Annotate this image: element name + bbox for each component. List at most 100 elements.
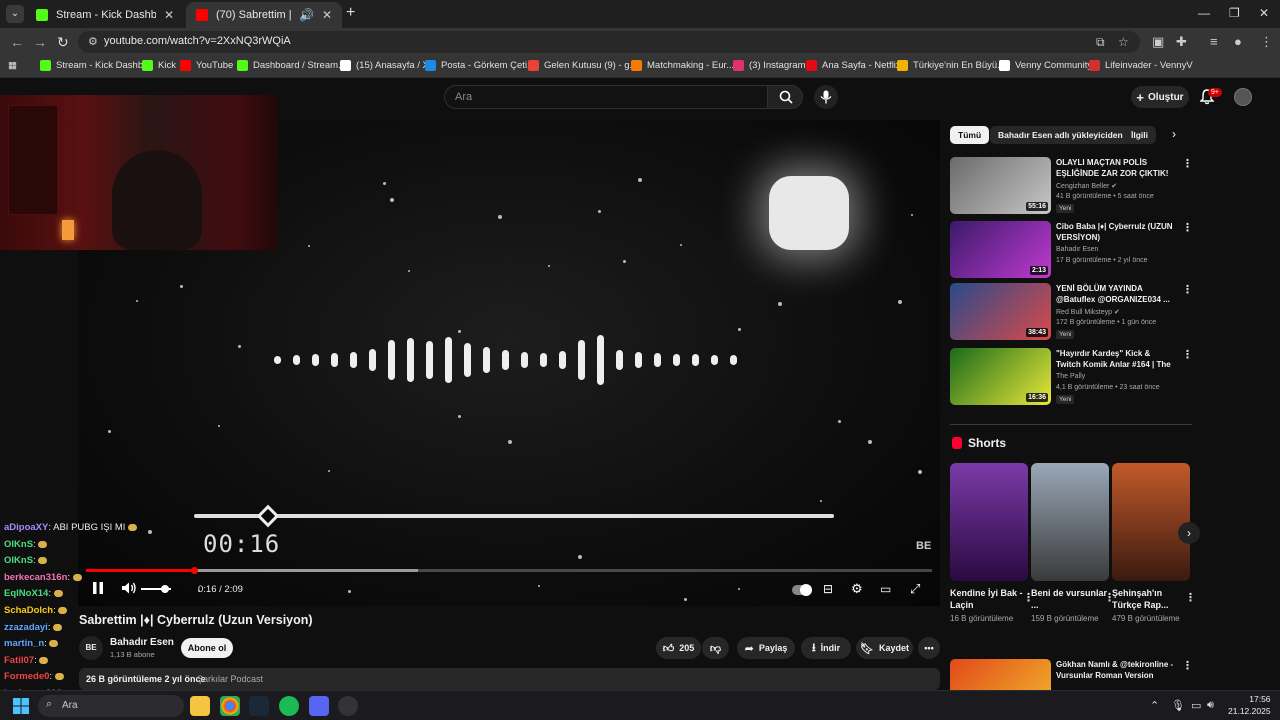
search-button[interactable] bbox=[767, 85, 803, 109]
display-icon[interactable]: ▭ bbox=[1191, 699, 1201, 712]
reload-icon[interactable]: ↻ bbox=[57, 34, 69, 51]
media-control-icon[interactable]: ≡ bbox=[1210, 34, 1218, 49]
bookmark-item[interactable]: Stream - Kick Dashb... bbox=[40, 60, 151, 71]
speaker-icon[interactable]: 🔊 bbox=[299, 8, 314, 22]
chevron-right-icon[interactable]: › bbox=[1172, 127, 1176, 141]
spotify-icon[interactable] bbox=[279, 696, 299, 716]
recommendation-item[interactable]: 55:16 OLAYLI MAÇTAN POLİS EŞLİĞİNDE ZAR Z… bbox=[950, 157, 1193, 215]
subscribe-button[interactable]: Abone ol bbox=[181, 638, 233, 658]
profile-icon[interactable]: ● bbox=[1234, 34, 1242, 49]
progress-scrubber[interactable] bbox=[191, 567, 198, 574]
save-button[interactable]: 🔖︎ Kaydet bbox=[856, 637, 913, 659]
bookmark-item[interactable]: YouTube bbox=[180, 60, 233, 71]
extension-icon[interactable]: ▣ bbox=[1152, 34, 1164, 50]
volume-button[interactable] bbox=[121, 581, 137, 598]
bookmark-item[interactable]: Gelen Kutusu (9) - g... bbox=[528, 60, 637, 71]
new-tab-button[interactable]: + bbox=[346, 4, 355, 22]
chip-uploader[interactable]: Bahadır Esen adlı yükleyiciden bbox=[990, 126, 1131, 144]
browser-menu-icon[interactable]: ⋮ bbox=[1260, 34, 1273, 50]
file-explorer-icon[interactable] bbox=[190, 696, 210, 716]
like-button[interactable]: 👍︎ 205 bbox=[656, 637, 701, 659]
description-tag[interactable]: Şarkılar Podcast bbox=[197, 674, 263, 684]
rec-channel[interactable]: The Pally bbox=[1056, 373, 1085, 380]
shorts-next-button[interactable]: › bbox=[1178, 522, 1200, 544]
rec-channel[interactable]: Red Bull Miksteyp ✔ bbox=[1056, 308, 1120, 316]
microphone-icon[interactable]: 🎙︎ bbox=[1171, 699, 1185, 712]
install-app-icon[interactable]: ⧉ bbox=[1096, 35, 1105, 50]
bookmark-item[interactable]: (3) Instagram bbox=[733, 60, 806, 71]
system-clock[interactable]: 17:56 21.12.2025 bbox=[1228, 693, 1271, 717]
discord-icon[interactable] bbox=[309, 696, 329, 716]
bookmark-label: (15) Anasayfa / X bbox=[356, 60, 429, 71]
subtitles-icon[interactable]: ⊟ bbox=[823, 582, 833, 596]
short-item[interactable]: Beni de vursunlar ... 159 B görüntüleme ⋮ bbox=[1031, 463, 1115, 624]
tab-youtube-video[interactable]: (70) Sabrettim |♦| Cyberrulz 🔊 ✕ bbox=[186, 2, 342, 28]
autoplay-toggle[interactable] bbox=[792, 584, 812, 596]
windows-start-icon[interactable] bbox=[13, 698, 29, 714]
chip-all[interactable]: Tümü bbox=[950, 126, 990, 144]
short-item[interactable]: Kendine İyi Bak - Laçin 16 B görüntüleme ⋮ bbox=[950, 463, 1034, 624]
bookmark-item[interactable]: Matchmaking - Eur... bbox=[631, 60, 734, 71]
rec-channel[interactable]: Bahadır Esen bbox=[1056, 246, 1098, 253]
description-box[interactable]: 26 B görüntüleme 2 yıl önce Şarkılar Pod… bbox=[79, 668, 940, 690]
download-button[interactable]: ⭳ İndir bbox=[801, 637, 851, 659]
fullscreen-icon[interactable]: ⤢ bbox=[910, 581, 920, 597]
steam-icon[interactable] bbox=[249, 696, 269, 716]
search-input[interactable]: Ara bbox=[444, 85, 768, 109]
bookmark-item[interactable]: Venny Community bbox=[999, 60, 1092, 71]
channel-name[interactable]: Bahadır Esen bbox=[110, 637, 174, 648]
outlook-icon bbox=[425, 60, 436, 71]
more-vert-icon[interactable]: ⋮ bbox=[1182, 283, 1193, 296]
close-tab-icon[interactable]: ✕ bbox=[322, 8, 332, 22]
bookmark-item[interactable]: Lifeinvader - VennyV bbox=[1089, 60, 1193, 71]
recommendation-item[interactable]: Gökhan Namlı & @tekironline - Vursunlar … bbox=[950, 659, 1190, 690]
apps-grid-icon[interactable]: ▦ bbox=[8, 60, 17, 71]
chat-text: : bbox=[48, 588, 51, 600]
dislike-button[interactable]: 👎︎ bbox=[702, 637, 729, 659]
bookmark-item[interactable]: Posta - Görkem Çeti... bbox=[425, 60, 535, 71]
settings-gear-icon[interactable]: ⚙ bbox=[851, 581, 863, 597]
forward-icon[interactable]: → bbox=[33, 34, 47, 50]
obs-icon[interactable] bbox=[338, 696, 358, 716]
tray-chevron-icon[interactable]: ⌃ bbox=[1150, 699, 1159, 712]
rec-channel[interactable]: Cengizhan Beller ✔ bbox=[1056, 182, 1117, 190]
recommendation-item[interactable]: 2:13 Cibo Baba |♦| Cyberrulz (UZUN VERSİY… bbox=[950, 221, 1193, 279]
more-vert-icon[interactable]: ⋮ bbox=[1182, 221, 1193, 234]
more-vert-icon[interactable]: ⋮ bbox=[1182, 348, 1193, 361]
bookmark-item[interactable]: Türkiye'nin En Büyü... bbox=[897, 60, 1005, 71]
close-tab-icon[interactable]: ✕ bbox=[164, 8, 174, 22]
bookmark-star-icon[interactable]: ☆ bbox=[1118, 35, 1129, 49]
volume-tray-icon[interactable]: 🔊︎ bbox=[1207, 699, 1214, 712]
create-button[interactable]: + Oluştur bbox=[1131, 86, 1189, 108]
recommendation-item[interactable]: 16:36 "Hayırdır Kardeş" Kick & Twitch Kom… bbox=[950, 348, 1193, 406]
more-vert-icon[interactable]: ⋮ bbox=[1182, 157, 1193, 170]
channel-avatar[interactable]: BE bbox=[79, 636, 103, 660]
account-avatar[interactable] bbox=[1234, 88, 1252, 106]
extensions-puzzle-icon[interactable]: ✚ bbox=[1176, 34, 1187, 50]
more-actions-button[interactable]: ••• bbox=[918, 637, 940, 659]
tab-kick-dashboard[interactable]: Stream - Kick Dashboard ✕ bbox=[26, 2, 184, 28]
url-text[interactable]: youtube.com/watch?v=2XxNQ3rWQiA bbox=[104, 35, 291, 47]
more-vert-icon[interactable]: ⋮ bbox=[1185, 591, 1196, 604]
recommendation-item[interactable]: 38:43 YENİ BÖLÜM YAYINDA @Batuflex @ORGAN… bbox=[950, 283, 1193, 341]
chip-related[interactable]: İlgili bbox=[1123, 126, 1156, 144]
volume-handle[interactable] bbox=[161, 585, 169, 593]
tab-search-chevron-icon[interactable]: ⌄ bbox=[6, 5, 24, 23]
bookmark-item[interactable]: Kick bbox=[142, 60, 176, 71]
short-item[interactable]: Şehinşah'ın Türkçe Rap... 479 B görüntüle… bbox=[1112, 463, 1196, 624]
minimize-icon[interactable]: — bbox=[1198, 6, 1210, 20]
close-window-icon[interactable]: ✕ bbox=[1259, 6, 1269, 20]
taskbar-search[interactable]: ⌕ Ara bbox=[38, 695, 184, 717]
back-icon[interactable]: ← bbox=[10, 34, 24, 50]
bookmark-item[interactable]: Ana Sayfa - Netflix bbox=[806, 60, 901, 71]
bookmark-item[interactable]: Dashboard / Stream... bbox=[237, 60, 346, 71]
more-vert-icon[interactable]: ⋮ bbox=[1182, 659, 1190, 672]
voice-search-button[interactable] bbox=[814, 85, 838, 109]
site-info-icon[interactable]: ⚙ bbox=[88, 35, 98, 48]
address-bar[interactable]: ⚙ youtube.com/watch?v=2XxNQ3rWQiA ⧉ ☆ bbox=[78, 31, 1140, 53]
chrome-icon[interactable] bbox=[220, 696, 240, 716]
restore-icon[interactable]: ❐ bbox=[1229, 6, 1240, 20]
share-button[interactable]: ➦ Paylaş bbox=[737, 637, 795, 659]
bookmark-item[interactable]: (15) Anasayfa / X bbox=[340, 60, 429, 71]
theater-mode-icon[interactable]: ▭ bbox=[880, 582, 891, 596]
